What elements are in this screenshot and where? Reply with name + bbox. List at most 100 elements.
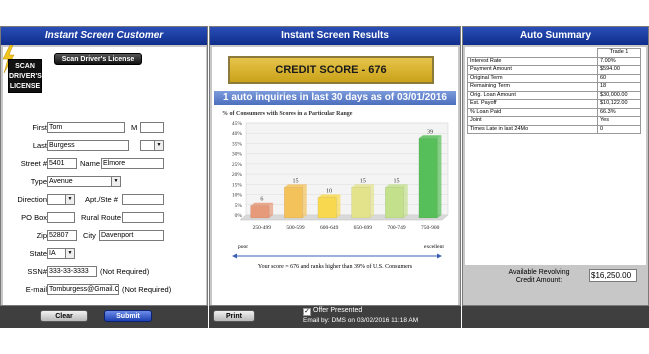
bar bbox=[250, 205, 270, 219]
scale-poor-label: poor bbox=[238, 244, 249, 250]
po-box-field[interactable] bbox=[47, 212, 75, 223]
ssn-field[interactable]: 333-33-3333 bbox=[47, 266, 97, 277]
scan-drivers-license-button[interactable]: Scan Driver's License bbox=[54, 53, 142, 65]
credit-score-banner: CREDIT SCORE - 676 bbox=[228, 56, 434, 84]
summary-row-label: Orig. Loan Amount bbox=[467, 90, 598, 100]
y-tick-label: 0% bbox=[235, 213, 243, 219]
score-scale-arrow bbox=[232, 253, 442, 259]
table-row: Interest Rate 7.00% bbox=[467, 56, 641, 66]
table-row: % Loan Paid 66.3% bbox=[467, 107, 641, 117]
bar-value-label: 15 bbox=[394, 178, 400, 184]
bar-side bbox=[302, 184, 307, 218]
revolving-credit-label-line-2: Credit Amount: bbox=[515, 277, 563, 284]
customer-panel-title: Instant Screen Customer bbox=[1, 27, 207, 45]
street-name-label: Name bbox=[80, 159, 101, 168]
street-number-field[interactable]: 5401 bbox=[47, 158, 77, 169]
offer-presented-label: Offer Presented bbox=[313, 307, 363, 314]
results-content-area: CREDIT SCORE - 676 1 auto inquiries in l… bbox=[212, 47, 458, 305]
direction-select[interactable]: ▼ bbox=[47, 194, 75, 205]
table-row: Original Term 60 bbox=[467, 73, 641, 83]
table-row: Orig. Loan Amount $30,000.00 bbox=[467, 90, 641, 100]
bar-value-label: 15 bbox=[360, 178, 366, 184]
direction-label: Direction bbox=[17, 195, 47, 204]
city-label: City bbox=[83, 231, 96, 240]
zip-field[interactable]: 52807 bbox=[47, 230, 77, 241]
clear-button[interactable]: Clear bbox=[40, 310, 88, 322]
street-name-field[interactable]: Elmore bbox=[101, 158, 164, 169]
y-tick-label: 30% bbox=[232, 152, 243, 158]
table-row: Remaining Term 18 bbox=[467, 82, 641, 92]
table-row: Joint Yes bbox=[467, 116, 641, 126]
scan-license-logo[interactable]: SCAN DRIVER'S LICENSE bbox=[8, 59, 42, 93]
chart-title: % of Consumers with Scores in a Particul… bbox=[222, 111, 353, 117]
results-action-bar: Print ✓ Offer Presented Email by: DMS on… bbox=[209, 306, 461, 328]
summary-row-label: Est. Payoff bbox=[467, 99, 598, 109]
y-tick-label: 45% bbox=[232, 121, 243, 127]
y-tick-label: 5% bbox=[235, 203, 243, 209]
auto-inquiries-banner: 1 auto inquiries in last 30 days as of 0… bbox=[214, 91, 456, 105]
apt-suite-label: Apt./Ste # bbox=[85, 195, 118, 204]
zip-label: Zip bbox=[36, 231, 47, 240]
bar-side bbox=[437, 135, 442, 218]
email-field[interactable]: Tomburgess@Gmail.C bbox=[47, 284, 119, 295]
city-field[interactable]: Davenport bbox=[99, 230, 164, 241]
summary-row-value: $10,122.00 bbox=[597, 99, 641, 109]
summary-panel: Auto Summary Trade 1 Interest Rate 7.00% P… bbox=[462, 26, 649, 306]
y-tick-label: 20% bbox=[232, 172, 243, 178]
street-type-select[interactable]: Avenue ▼ bbox=[47, 176, 121, 187]
scan-logo-line-2: DRIVER'S bbox=[9, 73, 42, 80]
summary-row-value: $30,000.00 bbox=[597, 90, 641, 100]
bar-side bbox=[403, 184, 408, 218]
summary-action-bar bbox=[462, 306, 649, 328]
bar-value-label: 39 bbox=[427, 129, 433, 135]
x-tick-label: 750-900 bbox=[421, 225, 440, 231]
summary-row-label: Joint bbox=[467, 116, 598, 126]
email-label: E-mail bbox=[25, 285, 47, 294]
summary-row-label: % Loan Paid bbox=[467, 107, 598, 117]
middle-initial-field[interactable] bbox=[140, 122, 164, 133]
bar bbox=[284, 187, 303, 219]
y-tick-label: 15% bbox=[232, 182, 243, 188]
table-row: Payment Amount $594.00 bbox=[467, 65, 641, 75]
state-select[interactable]: IA ▼ bbox=[47, 248, 75, 259]
bar-value-label: 10 bbox=[326, 189, 332, 195]
customer-panel: Instant Screen Customer SCAN DRIVER'S LI… bbox=[0, 26, 208, 306]
chart-plot-area bbox=[245, 122, 449, 216]
rural-route-label: Rural Route bbox=[81, 213, 122, 222]
offer-presented-checkbox[interactable]: ✓ bbox=[303, 308, 311, 316]
bar bbox=[317, 197, 337, 219]
state-label: State bbox=[29, 249, 47, 258]
summary-row-label: Interest Rate bbox=[467, 56, 598, 66]
bar-side bbox=[370, 184, 375, 218]
x-tick-label: 250-499 bbox=[253, 225, 272, 231]
trade-1-column-header: Trade 1 bbox=[597, 48, 641, 58]
y-tick-label: 25% bbox=[232, 162, 243, 168]
table-header-blank bbox=[467, 48, 598, 58]
email-not-required-note: (Not Required) bbox=[122, 285, 172, 294]
auto-summary-table: Trade 1 Interest Rate 7.00% Payment Amount… bbox=[467, 48, 641, 134]
ssn-not-required-note: (Not Required) bbox=[100, 267, 150, 276]
scan-logo-line-3: LICENSE bbox=[9, 83, 41, 90]
bar-side bbox=[336, 194, 341, 218]
credit-score-distribution-chart: 0% 5% 10% 15% 20% 25% 30% 35% 40% 45% 6 250-499 15 50… bbox=[232, 121, 449, 231]
rural-route-field[interactable] bbox=[122, 212, 164, 223]
first-name-field[interactable]: Tom bbox=[47, 122, 125, 133]
bar bbox=[385, 187, 404, 219]
email-by-status: Email by: DMS on 03/02/2016 11:18 AM bbox=[303, 317, 419, 324]
table-header-row: Trade 1 bbox=[467, 48, 641, 58]
y-tick-label: 40% bbox=[232, 131, 243, 137]
x-tick-label: 500-599 bbox=[286, 225, 305, 231]
summary-row-value: 60 bbox=[597, 73, 641, 83]
summary-row-label: Original Term bbox=[467, 73, 598, 83]
revolving-credit-amount-field[interactable]: $16,250.00 bbox=[589, 269, 637, 282]
y-tick-label: 35% bbox=[232, 141, 243, 147]
chevron-down-icon: ▼ bbox=[154, 141, 163, 150]
last-name-field[interactable]: Burgess bbox=[47, 140, 129, 151]
apt-suite-field[interactable] bbox=[122, 194, 164, 205]
submit-button[interactable]: Submit bbox=[104, 310, 152, 322]
chevron-down-icon: ▼ bbox=[65, 195, 74, 204]
bar-value-label: 6 bbox=[260, 197, 263, 203]
name-suffix-select[interactable]: ▼ bbox=[140, 140, 164, 151]
print-button[interactable]: Print bbox=[213, 310, 255, 322]
revolving-credit-area: Available Revolving Credit Amount: $16,2… bbox=[465, 267, 646, 305]
